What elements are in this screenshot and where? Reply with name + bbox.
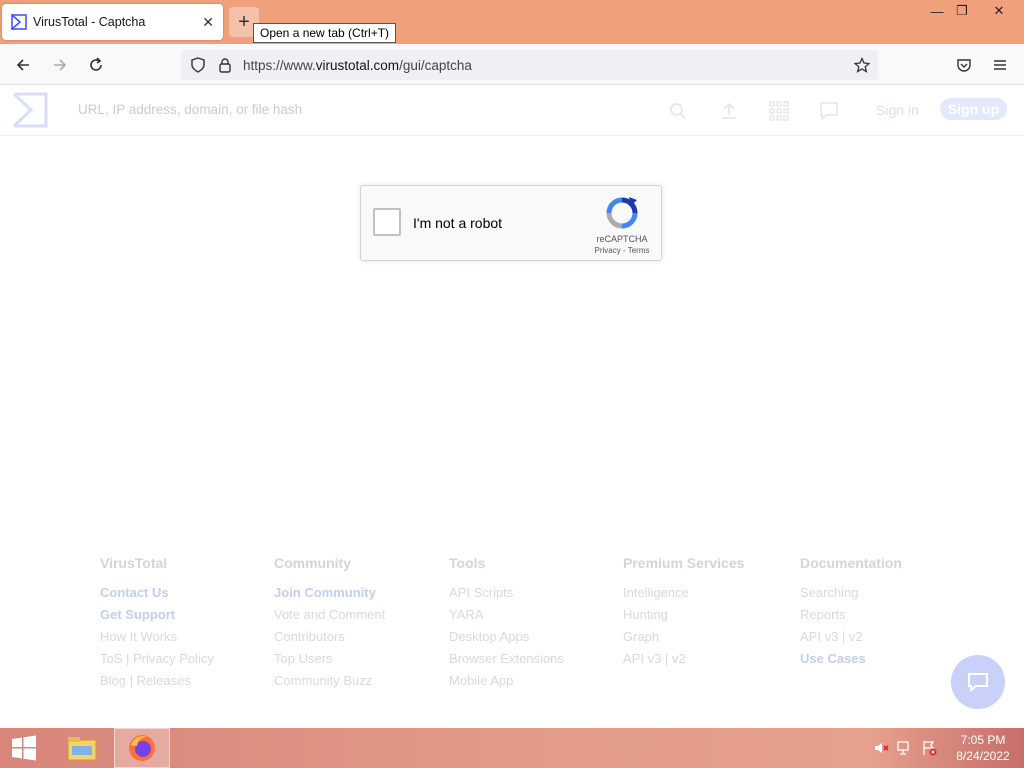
- url-prefix: https://www.: [243, 58, 316, 73]
- recaptcha-logo-icon: [605, 196, 639, 230]
- app-menu-button[interactable]: [987, 52, 1013, 78]
- back-button[interactable]: [10, 52, 36, 78]
- recaptcha-label: I'm not a robot: [413, 215, 503, 231]
- virustotal-header: URL, IP address, domain, or file hash Si…: [0, 86, 1024, 136]
- search-input[interactable]: URL, IP address, domain, or file hash: [78, 102, 302, 117]
- footer-link[interactable]: ToS | Privacy Policy: [100, 648, 214, 670]
- pocket-icon: [957, 59, 971, 72]
- footer-link[interactable]: How It Works: [100, 626, 214, 648]
- chat-bubble-icon: [968, 673, 988, 693]
- browser-tab-active[interactable]: VirusTotal - Captcha ✕: [2, 4, 223, 40]
- lock-icon[interactable]: [217, 57, 233, 73]
- sign-in-link[interactable]: Sign in: [876, 102, 919, 118]
- footer-column-premium-services: Premium Services Intelligence Hunting Gr…: [623, 555, 744, 670]
- footer-column-virustotal: VirusTotal Contact Us Get Support How It…: [100, 555, 214, 692]
- clock-time: 7:05 PM: [960, 733, 1006, 747]
- footer-link[interactable]: Vote and Comment: [274, 604, 385, 626]
- speaker-muted-icon[interactable]: [873, 740, 889, 756]
- chat-icon[interactable]: [817, 99, 841, 123]
- upload-icon[interactable]: [717, 99, 741, 123]
- start-button[interactable]: [0, 728, 48, 768]
- firefox-icon: [129, 735, 155, 761]
- plus-icon: +: [238, 10, 250, 33]
- restore-icon: ❐: [956, 3, 968, 18]
- url-domain: virustotal.com: [315, 58, 400, 73]
- footer-link[interactable]: Community Buzz: [274, 670, 385, 692]
- action-center-flag-icon[interactable]: [921, 740, 937, 756]
- address-bar[interactable]: https://www.virustotal.com/gui/captcha: [181, 50, 878, 80]
- footer-link[interactable]: API v3 | v2: [623, 648, 744, 670]
- browser-navbar: https://www.virustotal.com/gui/captcha: [0, 44, 1024, 85]
- footer-link[interactable]: Searching: [800, 582, 902, 604]
- footer-link[interactable]: Top Users: [274, 648, 385, 670]
- sign-up-button[interactable]: Sign up: [940, 98, 1007, 120]
- footer-heading: Tools: [449, 555, 486, 571]
- footer-link[interactable]: Reports: [800, 604, 902, 626]
- browser-titlebar: VirusTotal - Captcha ✕ + Open a new tab …: [0, 0, 1024, 44]
- footer-link[interactable]: Get Support: [100, 604, 214, 626]
- tracking-protection-shield-icon[interactable]: [190, 57, 206, 73]
- recaptcha-brand: reCAPTCHA: [596, 234, 648, 244]
- forward-button[interactable]: [47, 52, 73, 78]
- footer-link[interactable]: Intelligence: [623, 582, 744, 604]
- tab-title: VirusTotal - Captcha: [33, 15, 146, 29]
- search-icon[interactable]: [666, 99, 690, 123]
- footer-column-community: Community Join Community Vote and Commen…: [274, 555, 385, 692]
- pocket-button[interactable]: [951, 52, 977, 78]
- footer-link[interactable]: Join Community: [274, 582, 385, 604]
- footer-link[interactable]: Contributors: [274, 626, 385, 648]
- hamburger-menu-icon: [994, 60, 1006, 70]
- forward-arrow-icon: [54, 59, 67, 71]
- footer-heading: Premium Services: [623, 555, 745, 571]
- footer-link[interactable]: Desktop Apps: [449, 626, 564, 648]
- close-icon: ✕: [993, 3, 1005, 18]
- footer-column-tools: Tools API Scripts YARA Desktop Apps Brow…: [449, 555, 564, 692]
- network-icon[interactable]: [897, 740, 913, 756]
- reload-button[interactable]: [83, 52, 109, 78]
- apps-grid-icon[interactable]: [767, 99, 791, 123]
- system-clock[interactable]: 7:05 PM 8/24/2022: [946, 732, 1020, 764]
- minimize-icon: —: [930, 3, 944, 19]
- footer-heading: Community: [274, 555, 351, 571]
- back-arrow-icon: [16, 59, 29, 71]
- footer-link[interactable]: Hunting: [623, 604, 744, 626]
- footer-link[interactable]: API Scripts: [449, 582, 564, 604]
- clock-date: 8/24/2022: [956, 749, 1010, 763]
- reload-icon: [90, 57, 102, 71]
- tab-close-icon[interactable]: ✕: [202, 14, 214, 30]
- footer-heading: Documentation: [800, 555, 902, 571]
- taskbar-firefox[interactable]: [114, 728, 170, 768]
- virustotal-favicon-icon: [11, 14, 27, 30]
- footer-link[interactable]: Browser Extensions: [449, 648, 564, 670]
- chat-widget-button[interactable]: [951, 655, 1005, 709]
- windows-taskbar: 7:05 PM 8/24/2022: [0, 728, 1024, 768]
- new-tab-tooltip: Open a new tab (Ctrl+T): [253, 23, 397, 43]
- footer-link[interactable]: Contact Us: [100, 582, 214, 604]
- footer-link[interactable]: API v3 | v2: [800, 626, 902, 648]
- footer-link[interactable]: YARA: [449, 604, 564, 626]
- url-text[interactable]: https://www.virustotal.com/gui/captcha: [243, 58, 472, 73]
- footer-column-documentation: Documentation Searching Reports API v3 |…: [800, 555, 902, 670]
- recaptcha-privacy-terms-links[interactable]: Privacy - Terms: [587, 246, 657, 255]
- footer-link[interactable]: Use Cases: [800, 648, 902, 670]
- recaptcha-checkbox[interactable]: [373, 208, 401, 236]
- file-explorer-folder-icon: [67, 737, 97, 761]
- bookmark-star-icon[interactable]: [854, 57, 870, 73]
- footer-link[interactable]: Graph: [623, 626, 744, 648]
- close-window-button[interactable]: ✕: [982, 0, 1016, 22]
- url-path: /gui/captcha: [399, 58, 472, 73]
- recaptcha-widget: I'm not a robot reCAPTCHA Privacy - Term…: [360, 185, 662, 261]
- footer-link[interactable]: Blog | Releases: [100, 670, 214, 692]
- footer-heading: VirusTotal: [100, 555, 168, 571]
- restore-button[interactable]: ❐: [945, 0, 979, 22]
- taskbar-file-explorer[interactable]: [54, 728, 110, 768]
- windows-logo-icon: [12, 735, 36, 761]
- footer-link[interactable]: Mobile App: [449, 670, 564, 692]
- virustotal-logo-icon[interactable]: [10, 90, 50, 130]
